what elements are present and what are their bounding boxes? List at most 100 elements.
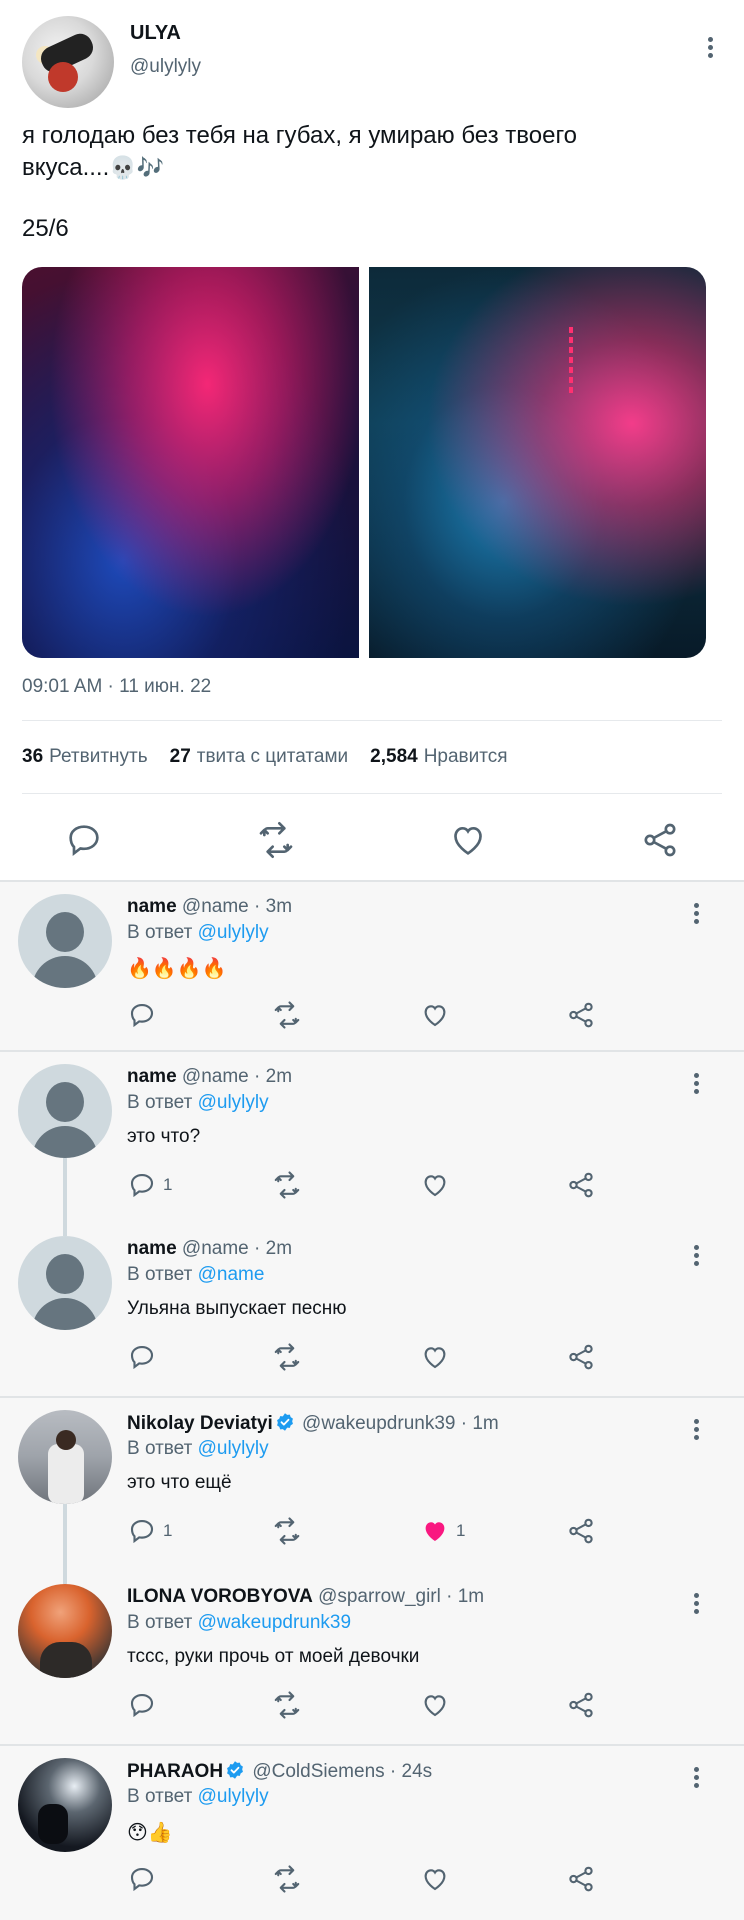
author-meta: @name · 2m [181, 1066, 293, 1087]
like-icon[interactable] [420, 1862, 456, 1896]
reply-actions [0, 1858, 744, 1902]
more-options-icon[interactable] [686, 900, 706, 930]
reply-tweet[interactable]: PHARAOH @ColdSiemens · 24s В ответ @ulyl… [0, 1746, 744, 1920]
author-meta: @ColdSiemens · 24s [252, 1761, 433, 1782]
quotes-stat[interactable]: 27 твита с цитатами [170, 746, 349, 768]
author-name[interactable]: ULYA [130, 22, 181, 45]
reply-to-label: В ответ [127, 922, 193, 943]
reply-icon[interactable]: 1 [127, 1514, 172, 1548]
reply-to-label: В ответ [127, 1092, 193, 1113]
reply-header: name @name · 2m [127, 1238, 292, 1260]
reply-to: В ответ @ulylyly [127, 1092, 269, 1114]
mention-link[interactable]: @ulylyly [198, 922, 269, 943]
reply-to: В ответ @ulylyly [127, 922, 269, 944]
mention-link[interactable]: @name [198, 1264, 265, 1285]
mention-link[interactable]: @wakeupdrunk39 [198, 1612, 351, 1633]
share-icon[interactable] [566, 998, 596, 1032]
like-icon[interactable] [420, 1688, 456, 1722]
share-icon[interactable] [566, 1688, 596, 1722]
more-options-icon[interactable] [698, 34, 722, 64]
author-name[interactable]: name [127, 1066, 177, 1087]
retweet-icon[interactable] [272, 1514, 302, 1548]
reply-icon[interactable] [127, 1862, 163, 1896]
photo-2[interactable] [369, 267, 706, 658]
reply-icon[interactable] [64, 820, 104, 860]
likes-stat[interactable]: 2,584 Нравится [370, 746, 507, 768]
reply-header: Nikolay Deviatyi @wakeupdrunk39 · 1m [127, 1412, 499, 1435]
photo-1[interactable] [22, 267, 359, 658]
retweets-stat[interactable]: 36 Ретвитнуть [22, 746, 148, 768]
author-meta: @sparrow_girl · 1m [318, 1586, 485, 1607]
reply-icon[interactable] [127, 998, 163, 1032]
more-options-icon[interactable] [686, 1416, 706, 1446]
reply-actions [0, 1336, 744, 1380]
share-icon[interactable] [566, 1168, 596, 1202]
reply-to: В ответ @wakeupdrunk39 [127, 1612, 351, 1634]
reply-tweet[interactable]: ILONA VOROBYOVA @sparrow_girl · 1m В отв… [0, 1572, 744, 1744]
reply-count: 1 [163, 1521, 173, 1540]
retweet-icon[interactable] [256, 820, 296, 860]
divider [22, 720, 722, 721]
reply-tweet[interactable]: name @name · 2m В ответ @name Ульяна вып… [0, 1224, 744, 1396]
media-grid [22, 267, 706, 658]
retweet-icon[interactable] [272, 998, 302, 1032]
reply-actions [0, 994, 744, 1038]
author-name[interactable]: Nikolay Deviatyi [127, 1413, 273, 1434]
more-options-icon[interactable] [686, 1242, 706, 1272]
thread-line [63, 1572, 67, 1584]
reply-tweet[interactable]: name @name · 3m В ответ @ulylyly 🔥🔥🔥🔥 [0, 882, 744, 1050]
reply-actions: 1 [0, 1164, 744, 1208]
avatar[interactable] [18, 1064, 112, 1158]
tweet-text-fragment: вкуса.... [22, 154, 110, 181]
avatar[interactable] [18, 894, 112, 988]
share-icon[interactable] [566, 1862, 596, 1896]
more-options-icon[interactable] [686, 1070, 706, 1100]
reply-tweet[interactable]: Nikolay Deviatyi @wakeupdrunk39 · 1m В о… [0, 1398, 744, 1572]
author-name[interactable]: PHARAOH [127, 1761, 223, 1782]
reply-to-label: В ответ [127, 1264, 193, 1285]
author-name[interactable]: ILONA VOROBYOVA [127, 1586, 313, 1607]
mention-link[interactable]: @ulylyly [198, 1786, 269, 1807]
avatar[interactable] [18, 1584, 112, 1678]
retweet-icon[interactable] [272, 1688, 302, 1722]
retweet-icon[interactable] [272, 1340, 302, 1374]
reply-icon[interactable] [127, 1340, 163, 1374]
author-name[interactable]: name [127, 1238, 177, 1259]
more-options-icon[interactable] [686, 1764, 706, 1794]
author-meta: @name · 3m [181, 896, 293, 917]
reply-header: name @name · 3m [127, 896, 292, 918]
like-icon[interactable] [420, 998, 456, 1032]
author-handle[interactable]: @ulylyly [130, 56, 201, 78]
reply-to: В ответ @ulylyly [127, 1786, 269, 1808]
author-name[interactable]: name [127, 896, 177, 917]
reply-actions: 1 1 [0, 1510, 744, 1554]
avatar[interactable] [18, 1758, 112, 1852]
like-icon[interactable] [448, 820, 488, 860]
like-icon[interactable] [420, 1340, 456, 1374]
mention-link[interactable]: @ulylyly [198, 1092, 269, 1113]
more-options-icon[interactable] [686, 1590, 706, 1620]
retweet-icon[interactable] [272, 1168, 302, 1202]
share-icon[interactable] [566, 1340, 596, 1374]
tweet-actions [0, 808, 744, 868]
verified-badge-icon [276, 1413, 293, 1431]
reply-icon[interactable] [127, 1688, 163, 1722]
reply-actions [0, 1684, 744, 1728]
retweet-icon[interactable] [272, 1862, 302, 1896]
reply-icon[interactable]: 1 [127, 1168, 172, 1202]
like-icon[interactable] [420, 1168, 456, 1202]
share-icon[interactable] [566, 1514, 596, 1548]
reply-to: В ответ @name [127, 1264, 264, 1286]
mention-link[interactable]: @ulylyly [198, 1438, 269, 1459]
avatar[interactable] [18, 1236, 112, 1330]
avatar[interactable] [18, 1410, 112, 1504]
reply-to-label: В ответ [127, 1612, 193, 1633]
liked-heart-icon[interactable]: 1 [420, 1514, 465, 1548]
reply-tweet[interactable]: name @name · 2m В ответ @ulylyly это что… [0, 1052, 744, 1224]
avatar[interactable] [22, 16, 114, 108]
share-icon[interactable] [640, 820, 680, 860]
author-meta: @wakeupdrunk39 · 1m [302, 1413, 499, 1434]
reply-text: 😯👍 [127, 1820, 173, 1844]
tweet-timestamp[interactable]: 09:01 AM · 11 июн. 22 [22, 676, 211, 698]
divider [22, 793, 722, 794]
